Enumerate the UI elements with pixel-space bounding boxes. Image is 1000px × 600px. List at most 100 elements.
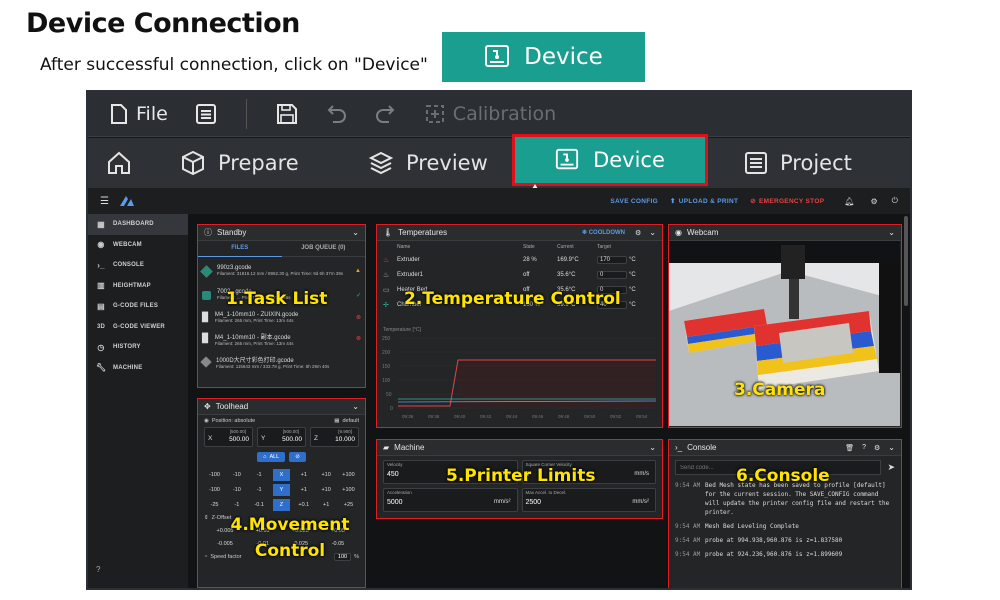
- annotation-console: 6.Console: [736, 466, 830, 486]
- move-x-plus-10[interactable]: +10: [318, 469, 335, 481]
- sidebar-item-gcode-viewer[interactable]: 3D G-CODE VIEWER: [88, 317, 188, 338]
- sidebar-item-webcam[interactable]: ◉ WEBCAM: [88, 235, 188, 256]
- emergency-stop-button[interactable]: ⊘ EMERGENCY STOP: [750, 197, 824, 206]
- redo-button[interactable]: [361, 92, 411, 137]
- sidebar-item-console[interactable]: ›_ CONSOLE: [88, 255, 188, 276]
- chevron-down-icon[interactable]: ⌄: [649, 228, 656, 237]
- move-y-plus-1[interactable]: +1: [295, 484, 312, 496]
- move-x-plus-100[interactable]: +100: [340, 469, 357, 481]
- annotation-camera: 3.Camera: [734, 380, 826, 400]
- max-accel-decel-field[interactable]: Max Accel. to Decel. 2500 mm/s²: [521, 488, 656, 512]
- sidebar-item-machine[interactable]: 🔧︎ MACHINE: [88, 358, 188, 379]
- nav-prepare[interactable]: Prepare: [180, 138, 299, 188]
- x-tick: 09:50: [584, 414, 596, 419]
- x-tick: 09:36: [402, 414, 414, 419]
- device-icon: [485, 45, 510, 67]
- chevron-down-icon[interactable]: ⌄: [888, 443, 895, 452]
- bell-icon[interactable]: 🔔︎: [844, 197, 854, 206]
- upload-print-button[interactable]: ⬆ UPLOAD & PRINT: [670, 197, 739, 206]
- motors-off-button[interactable]: ⊘: [289, 452, 306, 462]
- move-z-plus-0-1[interactable]: +0.1: [295, 499, 312, 511]
- move-z-minus-0-1[interactable]: -0.1: [251, 499, 268, 511]
- move-x-minus-10[interactable]: -10: [228, 469, 245, 481]
- history-icon: ◷: [97, 342, 105, 352]
- help-icon[interactable]: ?: [862, 444, 866, 451]
- console-header: ›_ Console 🗑︎? ⚙ ⌄: [669, 440, 901, 456]
- chevron-down-icon[interactable]: ⌄: [352, 402, 359, 411]
- nav-device[interactable]: Device: [512, 134, 708, 186]
- home-all-button[interactable]: ⌂ ALL: [257, 452, 286, 462]
- tab-job-queue[interactable]: JOB QUEUE (0): [282, 241, 366, 257]
- machine-icon: ▰: [383, 443, 390, 452]
- sidebar-item-gcode-files[interactable]: ▤ G-CODE FILES: [88, 296, 188, 317]
- list-menu-button[interactable]: [182, 92, 230, 137]
- sidebar-item-dashboard[interactable]: ▦ DASHBOARD: [88, 214, 188, 235]
- heater-name: Extruder: [397, 256, 420, 263]
- acceleration-field[interactable]: Acceleration 5000 mm/s²: [383, 488, 518, 512]
- help-icon[interactable]: ?: [96, 565, 100, 574]
- save-config-button[interactable]: SAVE CONFIG: [610, 198, 658, 205]
- z-position-field[interactable]: [9.900] Z 10.000: [310, 427, 359, 447]
- settings-icon[interactable]: ⚙: [871, 197, 878, 206]
- move-y-plus-100[interactable]: +100: [340, 484, 357, 496]
- settings-icon[interactable]: ⚙: [635, 229, 641, 237]
- list-item[interactable]: 990z3.gcode Filament: 31816.12 mm / 8952.…: [200, 259, 361, 283]
- menu-icon[interactable]: ☰: [100, 196, 109, 207]
- calibration-icon: [425, 105, 444, 123]
- calibration-button[interactable]: Calibration: [411, 92, 570, 137]
- x-tick: 09:38: [428, 414, 440, 419]
- home-y-button[interactable]: Y: [272, 483, 290, 496]
- x-tick: 09:52: [610, 414, 622, 419]
- chevron-down-icon[interactable]: ⌄: [649, 443, 656, 452]
- move-y-minus-100[interactable]: -100: [206, 484, 223, 496]
- cooldown-button[interactable]: ❄ COOLDOWN: [582, 229, 625, 236]
- x-position-field[interactable]: [500.00] X 500.00: [204, 427, 253, 447]
- nav-home[interactable]: [106, 138, 132, 188]
- radio-icon[interactable]: ◉: [204, 418, 209, 424]
- y-tick: 0: [390, 406, 393, 412]
- undo-button[interactable]: [311, 92, 361, 137]
- power-icon[interactable]: ⏻: [892, 196, 898, 206]
- sidebar-item-heightmap[interactable]: ▥ HEIGHTMAP: [88, 276, 188, 297]
- trash-icon[interactable]: 🗑︎: [845, 444, 854, 452]
- nav-preview[interactable]: Preview: [368, 138, 488, 188]
- sidebar-item-label: HISTORY: [113, 344, 141, 351]
- move-y-plus-10[interactable]: +10: [318, 484, 335, 496]
- move-x-minus-1[interactable]: -1: [251, 469, 268, 481]
- move-z-minus-25[interactable]: -25: [206, 499, 223, 511]
- move-y-minus-10[interactable]: -10: [228, 484, 245, 496]
- list-item[interactable]: ▉ M4_1-10mm10 - 副本.gcode Filament: 265 mm…: [202, 328, 361, 349]
- webcam-header: ◉ Webcam ⌄: [669, 225, 901, 241]
- scrollbar[interactable]: [904, 216, 908, 306]
- upload-print-label: UPLOAD & PRINT: [678, 197, 739, 205]
- move-x-minus-100[interactable]: -100: [206, 469, 223, 481]
- annotation-movement-text: 4.Movement Control: [230, 515, 350, 561]
- list-item[interactable]: ▉ M4_1-10mm10 - ZUIXIN.gcode Filament: 26…: [202, 307, 361, 328]
- heater-target-input[interactable]: 0: [597, 270, 627, 279]
- stop-icon: ⊘: [750, 198, 756, 205]
- move-z-plus-25[interactable]: +25: [340, 499, 357, 511]
- position-label: Position: absolute: [211, 418, 256, 424]
- send-icon[interactable]: ➤: [887, 462, 895, 473]
- y-position-field[interactable]: [500.00] Y 500.00: [257, 427, 306, 447]
- heater-target-input[interactable]: 170: [597, 255, 627, 264]
- nav-project[interactable]: Project: [744, 138, 852, 188]
- chevron-down-icon[interactable]: ⌄: [352, 228, 359, 237]
- move-y-minus-1[interactable]: -1: [251, 484, 268, 496]
- file-menu-button[interactable]: File: [88, 92, 182, 137]
- list-item[interactable]: 1000D大尺寸彩色打印.gcode Filament: 115643 mm / …: [200, 349, 361, 375]
- device-icon: [556, 148, 579, 170]
- move-z-plus-1[interactable]: +1: [318, 499, 335, 511]
- move-x-plus-1[interactable]: +1: [295, 469, 312, 481]
- sidebar-item-history[interactable]: ◷ HISTORY: [88, 337, 188, 358]
- settings-icon[interactable]: ⚙: [874, 444, 880, 452]
- move-z-minus-1[interactable]: -1: [228, 499, 245, 511]
- tab-files[interactable]: FILES: [198, 241, 282, 257]
- home-z-button[interactable]: Z: [272, 498, 290, 511]
- save-icon: [276, 104, 297, 124]
- chevron-down-icon[interactable]: ⌄: [888, 228, 895, 237]
- save-button[interactable]: [263, 92, 311, 137]
- home-x-button[interactable]: X: [272, 468, 290, 481]
- x-tick: 09:48: [558, 414, 570, 419]
- file-icon: ▤: [97, 301, 105, 311]
